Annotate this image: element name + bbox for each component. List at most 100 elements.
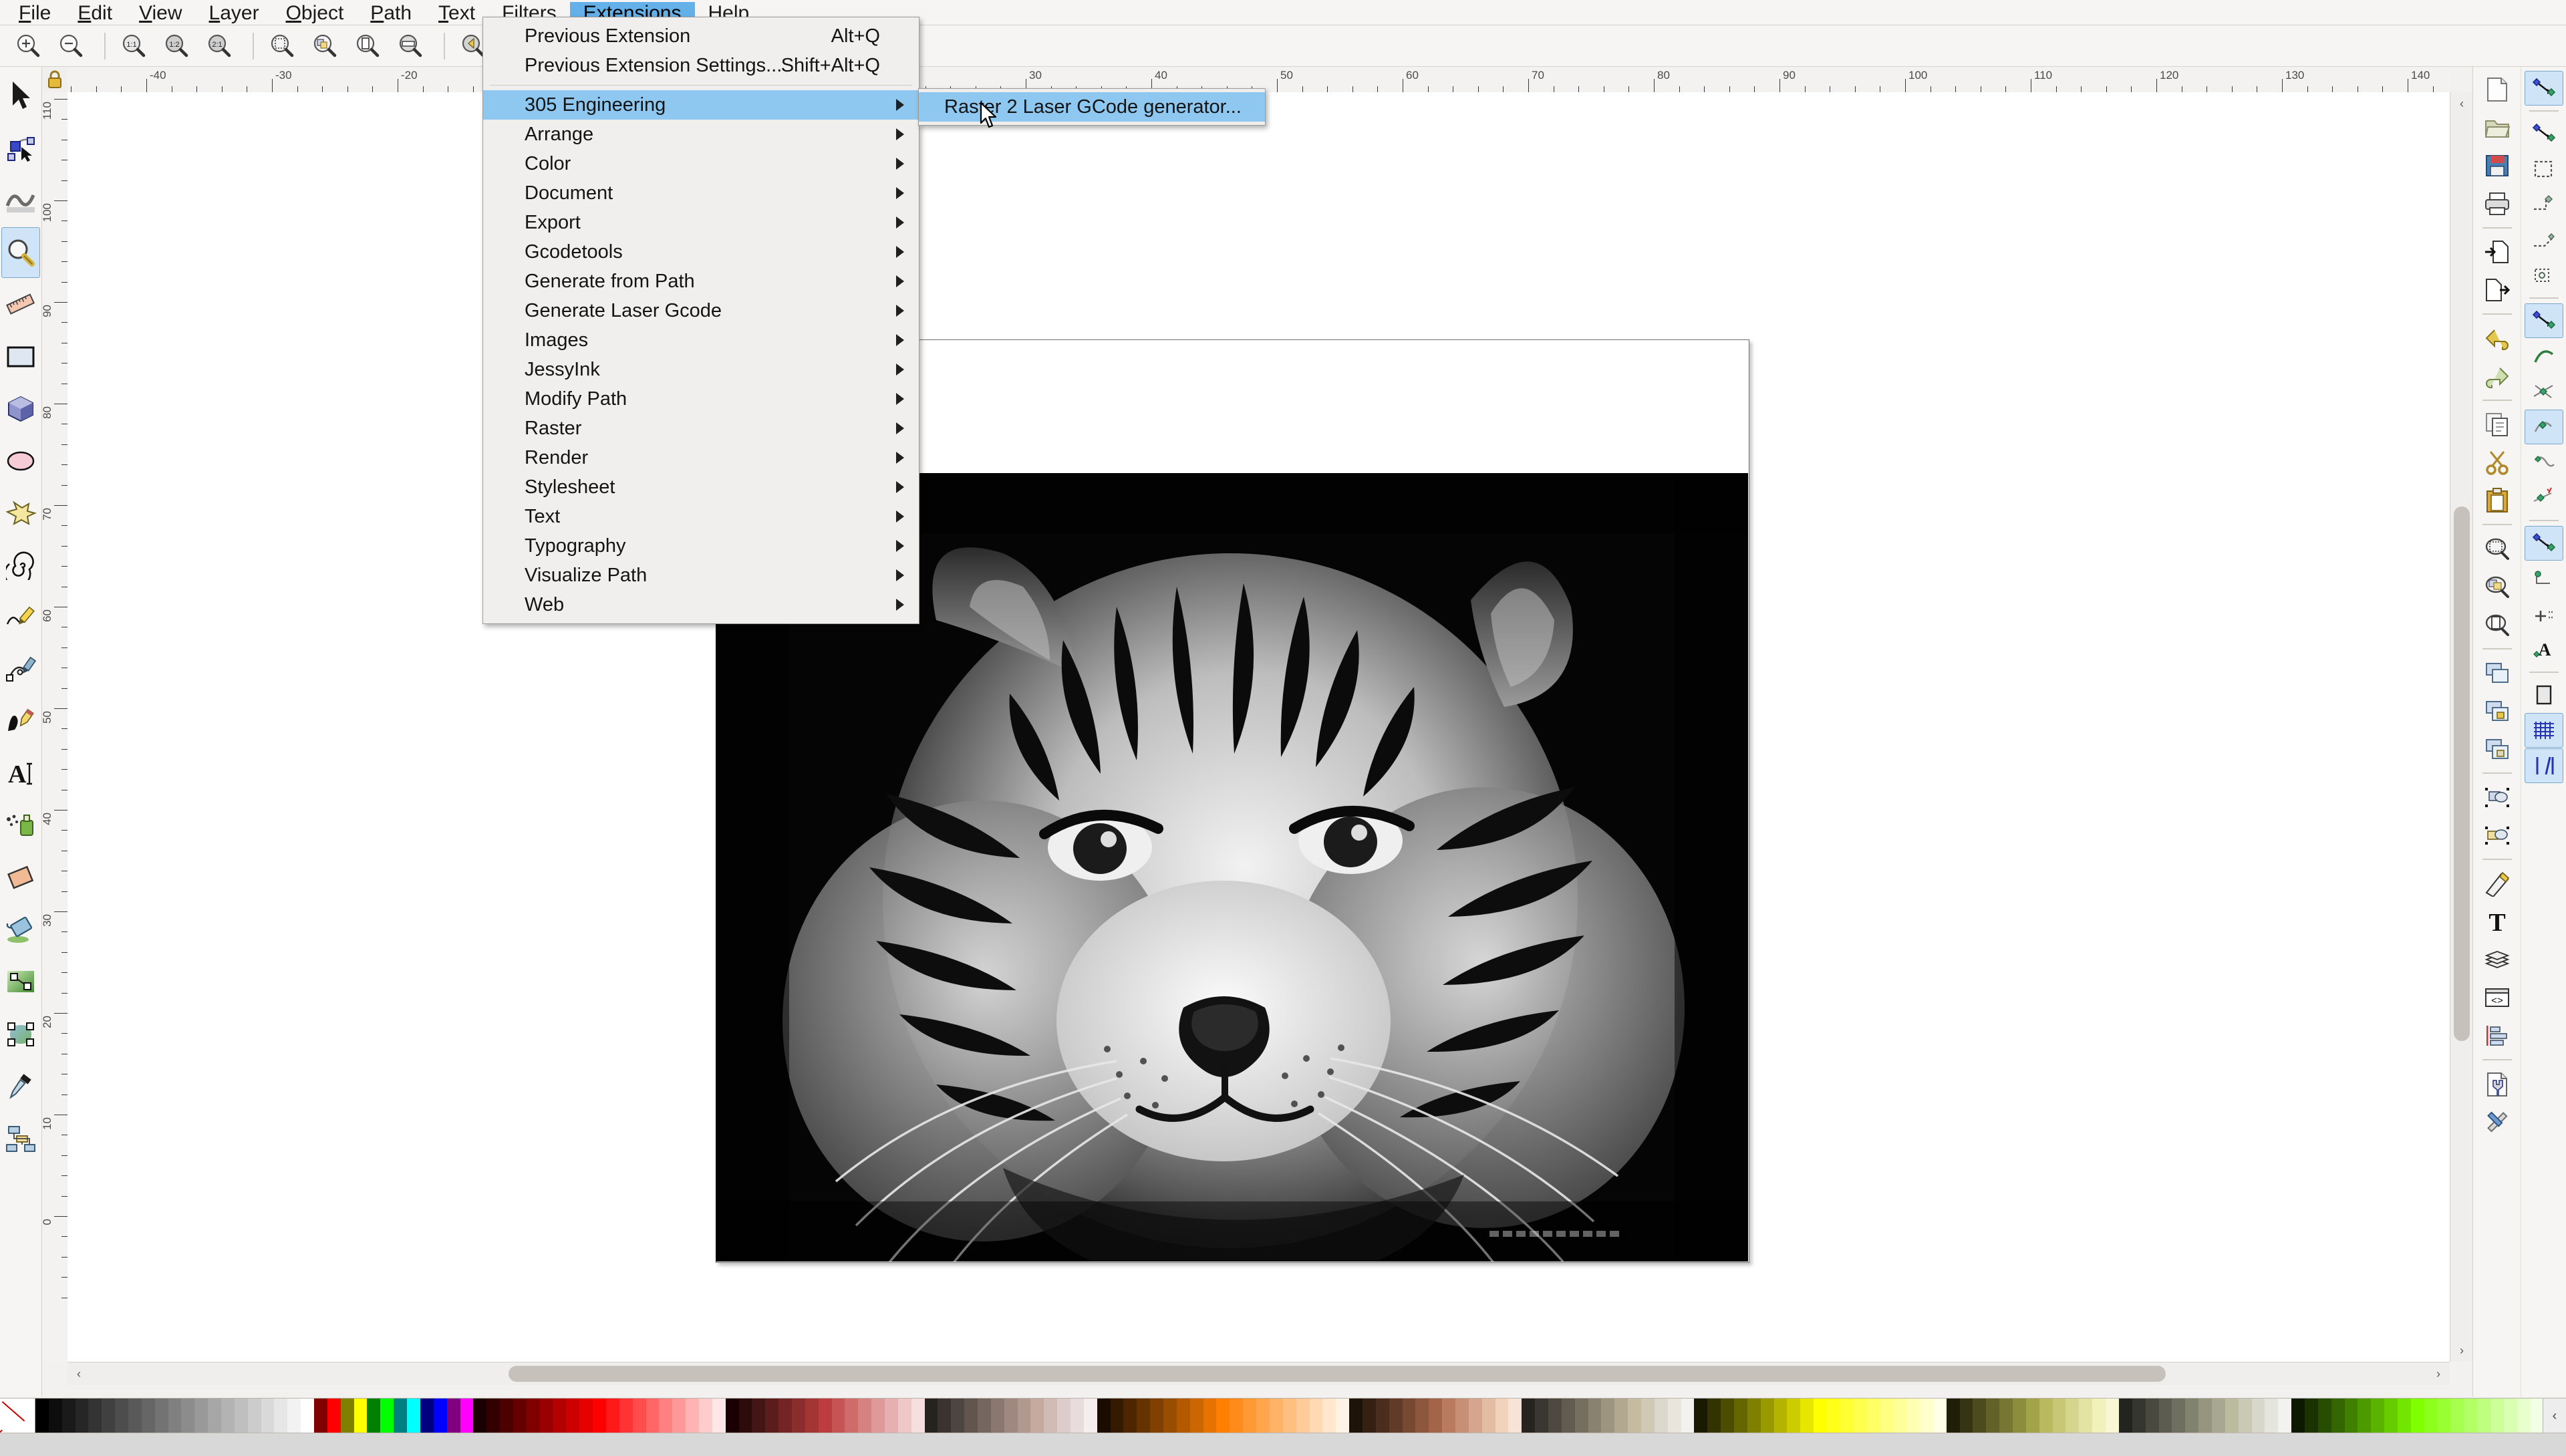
palette-swatch[interactable] (2265, 1399, 2278, 1433)
palette-swatch[interactable] (1999, 1399, 2013, 1433)
palette-swatch[interactable] (1190, 1399, 1203, 1433)
palette-swatch[interactable] (2013, 1399, 2026, 1433)
menu-item-previous-extension[interactable]: Previous ExtensionAlt+Q (483, 21, 919, 51)
menu-item-arrange[interactable]: Arrange (483, 120, 919, 149)
snap-guide-icon[interactable] (2525, 748, 2563, 783)
palette-swatch[interactable] (1111, 1399, 1124, 1433)
palette-swatch[interactable] (871, 1399, 885, 1433)
menu-item-document[interactable]: Document (483, 178, 919, 208)
spiral-tool[interactable] (1, 540, 40, 591)
palette-swatch[interactable] (672, 1399, 686, 1433)
palette-swatch[interactable] (2318, 1399, 2331, 1433)
palette-swatch[interactable] (380, 1399, 394, 1433)
palette-swatch[interactable] (221, 1399, 235, 1433)
palette-swatch[interactable] (88, 1399, 102, 1433)
palette-swatch[interactable] (1641, 1399, 1655, 1433)
palette-swatch[interactable] (2411, 1399, 2424, 1433)
menu-item-raster[interactable]: Raster (483, 414, 919, 443)
zoom-selection-icon[interactable] (2476, 530, 2518, 567)
menu-object[interactable]: Object (273, 2, 358, 25)
horizontal-scrollbar[interactable]: ‹ › (67, 1362, 2450, 1385)
palette-swatch[interactable] (168, 1399, 182, 1433)
snap-bounding-box-icon[interactable] (2525, 116, 2563, 151)
snap-bbox-edge-icon[interactable] (2525, 152, 2563, 186)
submenu-item-raster-2-laser-gcode-generator[interactable]: Raster 2 Laser GCode generator... (919, 92, 1265, 122)
palette-swatch[interactable] (287, 1399, 301, 1433)
palette-swatch[interactable] (686, 1399, 699, 1433)
palette-swatch[interactable] (2464, 1399, 2477, 1433)
new-document-icon[interactable] (2476, 71, 2518, 108)
palette-swatch[interactable] (938, 1399, 951, 1433)
palette-swatch[interactable] (633, 1399, 646, 1433)
palette-swatch[interactable] (2477, 1399, 2490, 1433)
palette-swatch[interactable] (62, 1399, 76, 1433)
palette-swatch[interactable] (1854, 1399, 1867, 1433)
snap-text-baseline-icon[interactable]: A (2525, 632, 2563, 667)
palette-swatch[interactable] (2450, 1399, 2464, 1433)
open-document-icon[interactable] (2476, 109, 2518, 146)
palette-swatch[interactable] (513, 1399, 527, 1433)
calligraphy-tool[interactable] (1, 696, 40, 747)
palette-swatch[interactable] (646, 1399, 660, 1433)
palette-swatch[interactable] (1508, 1399, 1522, 1433)
3d-box-tool[interactable] (1, 384, 40, 434)
vertical-scroll-thumb[interactable] (2454, 506, 2470, 1041)
palette-swatch[interactable] (845, 1399, 858, 1433)
menu-item-export[interactable]: Export (483, 208, 919, 237)
palette-swatch[interactable] (208, 1399, 221, 1433)
menu-text[interactable]: Text (425, 2, 488, 25)
palette-swatch[interactable] (2278, 1399, 2291, 1433)
palette-swatch[interactable] (155, 1399, 168, 1433)
ungroup-icon[interactable] (2476, 817, 2518, 854)
node-editor-tool[interactable] (1, 123, 40, 174)
menu-file[interactable]: File (5, 2, 64, 25)
palette-swatch[interactable] (1628, 1399, 1641, 1433)
palette-swatch[interactable] (1097, 1399, 1111, 1433)
gradient-tool[interactable] (1, 957, 40, 1008)
palette-swatch[interactable] (1137, 1399, 1150, 1433)
palette-swatch[interactable] (540, 1399, 553, 1433)
palette-swatch[interactable] (2504, 1399, 2517, 1433)
snap-object-corner-icon[interactable] (2525, 561, 2563, 596)
palette-swatch[interactable] (2291, 1399, 2305, 1433)
palette-swatch[interactable] (1296, 1399, 1310, 1433)
palette-swatch[interactable] (407, 1399, 420, 1433)
save-document-icon[interactable] (2476, 147, 2518, 184)
preferences-icon[interactable] (2476, 1103, 2518, 1141)
palette-swatch[interactable] (301, 1399, 314, 1433)
print-icon[interactable] (2476, 185, 2518, 223)
palette-swatch[interactable] (1044, 1399, 1057, 1433)
zoom-out-icon[interactable] (52, 27, 91, 65)
snap-node-cusp-icon[interactable] (2525, 410, 2563, 444)
rectangle-tool[interactable] (1, 331, 40, 382)
palette-swatch[interactable] (473, 1399, 486, 1433)
palette-swatch[interactable] (1747, 1399, 1761, 1433)
zoom-1-1-icon[interactable]: 1:1 (115, 27, 154, 65)
selector-tool[interactable] (1, 71, 40, 122)
palette-swatch[interactable] (434, 1399, 447, 1433)
palette-swatch[interactable] (128, 1399, 142, 1433)
palette-swatch[interactable] (2345, 1399, 2358, 1433)
palette-swatch[interactable] (354, 1399, 368, 1433)
palette-swatch[interactable] (1867, 1399, 1880, 1433)
palette-swatch[interactable] (527, 1399, 540, 1433)
palette-swatch[interactable] (115, 1399, 128, 1433)
menu-layer[interactable]: Layer (196, 2, 273, 25)
bezier-tool[interactable] (1, 644, 40, 695)
duplicate-icon[interactable] (2476, 654, 2518, 692)
palette-swatch[interactable] (1469, 1399, 1482, 1433)
palette-swatch[interactable] (1986, 1399, 1999, 1433)
palette-swatch[interactable] (752, 1399, 765, 1433)
palette-swatch[interactable] (1376, 1399, 1389, 1433)
eraser-tool[interactable] (1, 853, 40, 903)
menu-edit[interactable]: Edit (64, 2, 126, 25)
palette-swatch[interactable] (327, 1399, 341, 1433)
palette-swatch[interactable] (1442, 1399, 1455, 1433)
palette-swatch[interactable] (2039, 1399, 2053, 1433)
group-icon[interactable] (2476, 778, 2518, 816)
palette-swatch[interactable] (2398, 1399, 2411, 1433)
palette-swatch[interactable] (2132, 1399, 2146, 1433)
palette-swatch[interactable] (1827, 1399, 1840, 1433)
palette-swatch[interactable] (181, 1399, 194, 1433)
paste-icon[interactable] (2476, 482, 2518, 519)
